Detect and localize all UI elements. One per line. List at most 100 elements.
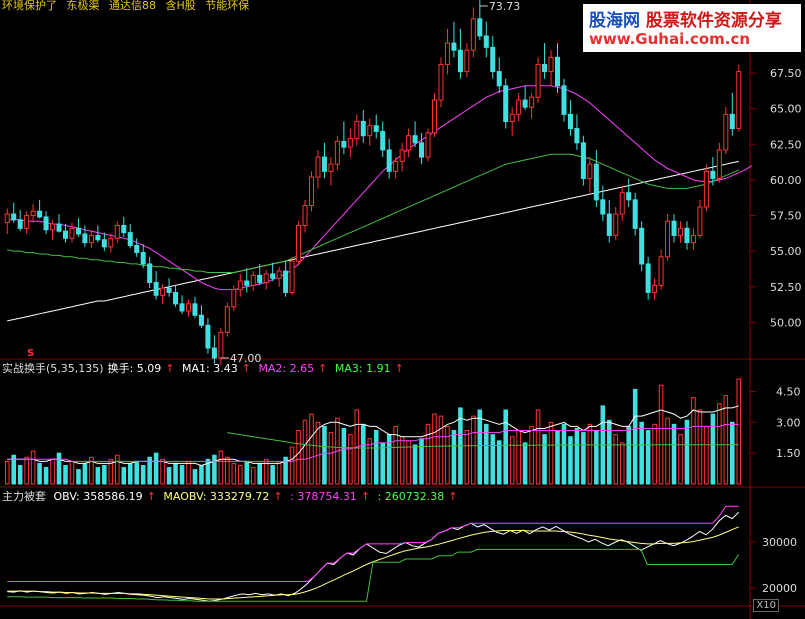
candle-body: [347, 138, 353, 148]
candle-body: [503, 85, 509, 122]
candle: [412, 121, 418, 148]
candle: [509, 107, 515, 136]
up-arrow-icon: ↑: [360, 490, 371, 503]
turnover-bar: [581, 432, 586, 485]
y-tick-label: 55.00: [770, 245, 802, 258]
candle: [108, 234, 114, 253]
candle-body: [134, 244, 140, 254]
candle: [677, 221, 684, 243]
candle-body: [121, 224, 127, 234]
candle: [147, 256, 153, 289]
candle: [270, 262, 276, 282]
turnover-bar: [490, 434, 496, 485]
obv-line-white: [7, 511, 740, 602]
sector-tag[interactable]: 节能环保: [205, 0, 249, 12]
candle: [160, 283, 166, 304]
sector-tag[interactable]: 东极渠: [67, 0, 100, 12]
up-arrow-icon: ↑: [241, 362, 251, 375]
turnover-bar: [438, 415, 444, 485]
candle: [321, 142, 327, 179]
candle: [561, 78, 567, 122]
candle-body: [697, 206, 703, 236]
price-annotation: 73.73: [489, 0, 521, 13]
candle-body: [393, 160, 399, 172]
candle-body: [211, 347, 217, 359]
turnover-bar: [704, 425, 709, 485]
candle: [542, 43, 548, 79]
candle: [43, 211, 49, 235]
candle-body: [62, 230, 69, 239]
candle: [37, 199, 43, 219]
candle-body: [658, 256, 664, 286]
sector-tag[interactable]: 通达信88: [109, 0, 156, 12]
candle: [101, 232, 107, 252]
candle: [626, 178, 632, 207]
turnover-bar: [309, 413, 314, 485]
turnover-bar: [723, 395, 729, 485]
candle-body: [205, 324, 211, 349]
turnover-bar: [322, 425, 327, 485]
candle: [205, 318, 211, 354]
turnover-bar: [471, 415, 476, 485]
candle: [444, 28, 450, 75]
candle-body: [127, 232, 133, 246]
turnover-bar: [373, 430, 379, 485]
y-tick-label: 52.50: [770, 281, 802, 294]
sector-tag[interactable]: 环境保护了: [2, 0, 57, 12]
candle-body: [334, 140, 340, 165]
candle-body: [457, 49, 463, 73]
candle-body: [75, 227, 81, 235]
candle-body: [4, 213, 10, 224]
zoom-x10-button[interactable]: X10: [753, 599, 779, 612]
candle: [503, 78, 509, 129]
legend-obv: OBV: 358586.19: [53, 490, 143, 503]
candle-body: [632, 199, 638, 229]
turnover-bar: [218, 450, 224, 485]
candle: [354, 114, 360, 146]
turnover-bar: [166, 467, 172, 485]
turnover-bar: [652, 423, 657, 485]
watermark-url: www.Guhai.com.cn: [589, 30, 751, 48]
candle: [11, 202, 17, 223]
candle: [716, 142, 722, 183]
candle: [250, 271, 256, 292]
turnover-bar: [445, 425, 450, 485]
watermark-brand: 股海网: [589, 11, 640, 31]
candle: [470, 7, 476, 58]
candle: [671, 214, 677, 243]
legend-indicator-name[interactable]: 实战换手(5,35,135): [2, 362, 104, 375]
turnover-bar: [607, 419, 612, 485]
candle: [24, 211, 30, 235]
turnover-bar: [619, 442, 625, 485]
candle-body: [516, 99, 522, 115]
candle: [334, 135, 340, 170]
y-axis: 67.50 65.00 62.50 60.00 57.50 55.00 52.50 50.00…: [750, 67, 802, 595]
candle-body: [438, 63, 444, 101]
candle: [522, 85, 528, 111]
turnover-bar: [43, 467, 49, 485]
candle: [134, 238, 140, 257]
obv-legend: 主力被套 OBV: 358586.19 ↑ MAOBV: 333279.72 ↑ :…: [2, 488, 461, 504]
candle: [587, 157, 593, 193]
turnover-bar: [102, 464, 107, 485]
legend-indicator-name[interactable]: 主力被套: [2, 490, 46, 503]
candle-body: [108, 237, 114, 248]
y-tick-label: 1.50: [776, 447, 801, 460]
candle: [567, 100, 573, 136]
candle: [88, 229, 94, 249]
y-tick-label: 30000: [762, 536, 797, 549]
turnover-bar: [63, 464, 68, 485]
turnover-bar: [56, 452, 62, 485]
candle-body: [244, 280, 250, 286]
turnover-bar: [76, 469, 81, 485]
candle-body: [140, 252, 146, 265]
turnover-bar: [82, 462, 88, 485]
candle-body: [406, 135, 412, 151]
sector-tag[interactable]: 含H股: [166, 0, 196, 12]
candle-body: [354, 120, 360, 140]
y-tick-label: 4.50: [776, 385, 801, 398]
candle-body: [690, 234, 696, 244]
legend-turnover: 换手: 5.09: [107, 362, 162, 375]
up-arrow-icon: ↑: [146, 490, 156, 503]
turnover-bar: [341, 427, 347, 485]
